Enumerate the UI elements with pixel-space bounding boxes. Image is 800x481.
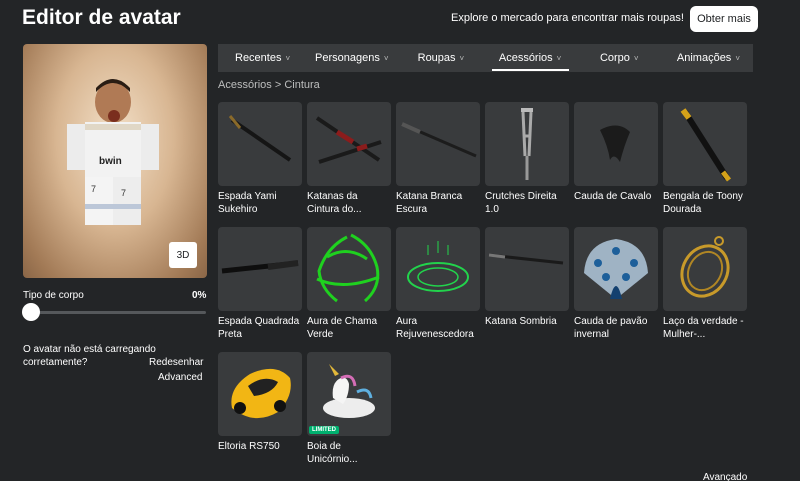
category-tabs: Recentes ˅ Personagens ˅ Roupas ˅ Acessório… xyxy=(218,44,753,72)
unicorn-float-icon xyxy=(323,364,375,418)
cane-icon xyxy=(680,108,731,182)
chevron-down-icon: ˅ xyxy=(735,53,740,63)
item-thumbnail[interactable] xyxy=(218,352,302,436)
advanced-link[interactable]: Advanced xyxy=(158,372,202,383)
item-name: Aura Rejuvenescedora xyxy=(396,316,474,340)
item-name: Laço da verdade - Mulher-... xyxy=(663,316,744,340)
tab-label: Roupas xyxy=(417,52,456,64)
shadow-katana-icon xyxy=(488,253,564,265)
item-card[interactable]: Laço da verdade - Mulher-... xyxy=(663,227,747,352)
tab-roupas[interactable]: Roupas ˅ xyxy=(396,44,485,72)
tab-acessorios[interactable]: Acessórios ˅ xyxy=(486,44,575,72)
item-name: Espada Yami Sukehiro xyxy=(218,191,277,215)
chevron-down-icon: ˅ xyxy=(556,53,562,63)
item-card[interactable]: Espada Yami Sukehiro xyxy=(218,102,302,227)
tab-animacoes[interactable]: Animações ˅ xyxy=(664,44,753,72)
body-type-label: Tipo de corpo xyxy=(23,290,84,301)
item-thumbnail[interactable] xyxy=(396,102,480,186)
item-grid: Espada Yami Sukehiro Katanas da Cintura … xyxy=(218,102,758,477)
tab-personagens[interactable]: Personagens ˅ xyxy=(307,44,396,72)
chevron-down-icon: ˅ xyxy=(633,53,639,63)
item-name: Katana Sombria xyxy=(485,316,557,327)
item-thumbnail[interactable] xyxy=(307,102,391,186)
tab-recentes[interactable]: Recentes ˅ xyxy=(218,44,307,72)
svg-text:bwin: bwin xyxy=(99,156,122,167)
chevron-down-icon: ˅ xyxy=(285,53,291,63)
item-card[interactable]: LIMITED Boia de Unicórnio... xyxy=(307,352,391,477)
item-thumbnail[interactable] xyxy=(396,227,480,311)
tab-label: Acessórios xyxy=(498,52,553,64)
body-type-slider-thumb[interactable] xyxy=(22,303,40,321)
item-name: Cauda de pavão invernal xyxy=(574,316,648,340)
tab-corpo[interactable]: Corpo ˅ xyxy=(575,44,664,72)
black-sword-icon xyxy=(221,260,299,274)
item-card[interactable]: Aura Rejuvenescedora xyxy=(396,227,480,352)
item-name: Katana Branca Escura xyxy=(396,191,463,215)
item-card[interactable]: Katanas da Cintura do... xyxy=(307,102,391,227)
item-name: Bengala de Toony Dourada xyxy=(663,191,743,215)
chevron-down-icon: ˅ xyxy=(383,53,389,63)
item-name: Katanas da Cintura do... xyxy=(307,191,362,215)
item-thumbnail[interactable] xyxy=(218,227,302,311)
item-thumbnail[interactable] xyxy=(218,102,302,186)
marketplace-promo-text: Explore o mercado para encontrar mais ro… xyxy=(451,12,684,24)
tab-label: Recentes xyxy=(235,52,282,64)
svg-text:7: 7 xyxy=(91,184,96,194)
item-thumbnail[interactable] xyxy=(663,227,747,311)
green-flame-aura-icon xyxy=(316,233,380,303)
lasso-icon xyxy=(680,236,730,298)
item-card[interactable]: Cauda de pavão invernal xyxy=(574,227,658,352)
sword-icon xyxy=(228,115,292,162)
limited-badge: LIMITED xyxy=(309,426,339,434)
chevron-down-icon: ˅ xyxy=(459,53,465,63)
crutch-icon xyxy=(521,108,533,180)
get-more-button[interactable]: Obter mais xyxy=(690,6,758,32)
advanced-bottom-link[interactable]: Avançado xyxy=(703,472,747,481)
item-name: Cauda de Cavalo xyxy=(574,191,652,202)
item-card[interactable]: Aura de Chama Verde xyxy=(307,227,391,352)
item-card[interactable]: Eltoria RS750 xyxy=(218,352,302,477)
item-name: Crutches Direita 1.0 xyxy=(485,191,557,215)
item-thumbnail[interactable] xyxy=(574,102,658,186)
item-thumbnail[interactable] xyxy=(485,102,569,186)
page-title: Editor de avatar xyxy=(22,6,181,29)
body-type-slider-track[interactable] xyxy=(28,311,206,314)
item-card[interactable]: Cauda de Cavalo xyxy=(574,102,658,227)
item-thumbnail[interactable] xyxy=(574,227,658,311)
item-card[interactable]: Espada Quadrada Preta xyxy=(218,227,302,352)
tab-label: Personagens xyxy=(315,52,380,64)
item-card[interactable]: Katana Branca Escura xyxy=(396,102,480,227)
redraw-link[interactable]: Redesenhar xyxy=(149,357,203,368)
item-name: Aura de Chama Verde xyxy=(307,316,378,340)
body-type-value: 0% xyxy=(192,290,207,301)
item-thumbnail[interactable] xyxy=(485,227,569,311)
katana-icon xyxy=(401,122,477,158)
peacock-tail-icon xyxy=(584,239,648,299)
3d-toggle-button[interactable]: 3D xyxy=(169,242,197,268)
breadcrumb[interactable]: Acessórios > Cintura xyxy=(218,79,320,91)
rejuvenating-aura-icon xyxy=(407,241,469,292)
avatar-preview[interactable]: bwin 7 7 3D xyxy=(23,44,207,278)
svg-text:7: 7 xyxy=(121,188,126,198)
item-name: Espada Quadrada Preta xyxy=(218,316,300,340)
item-card[interactable]: Crutches Direita 1.0 xyxy=(485,102,569,227)
item-thumbnail[interactable]: LIMITED xyxy=(307,352,391,436)
sports-car-icon xyxy=(231,368,291,419)
tab-label: Corpo xyxy=(599,52,630,64)
horse-tail-icon xyxy=(600,125,630,162)
item-name: Boia de Unicórnio... xyxy=(307,441,358,465)
tab-label: Animações xyxy=(676,52,732,64)
item-card[interactable]: Bengala de Toony Dourada xyxy=(663,102,747,227)
item-thumbnail[interactable] xyxy=(663,102,747,186)
item-card[interactable]: Katana Sombria xyxy=(485,227,569,352)
item-thumbnail[interactable] xyxy=(307,227,391,311)
katanas-icon xyxy=(315,116,382,164)
item-name: Eltoria RS750 xyxy=(218,441,280,452)
